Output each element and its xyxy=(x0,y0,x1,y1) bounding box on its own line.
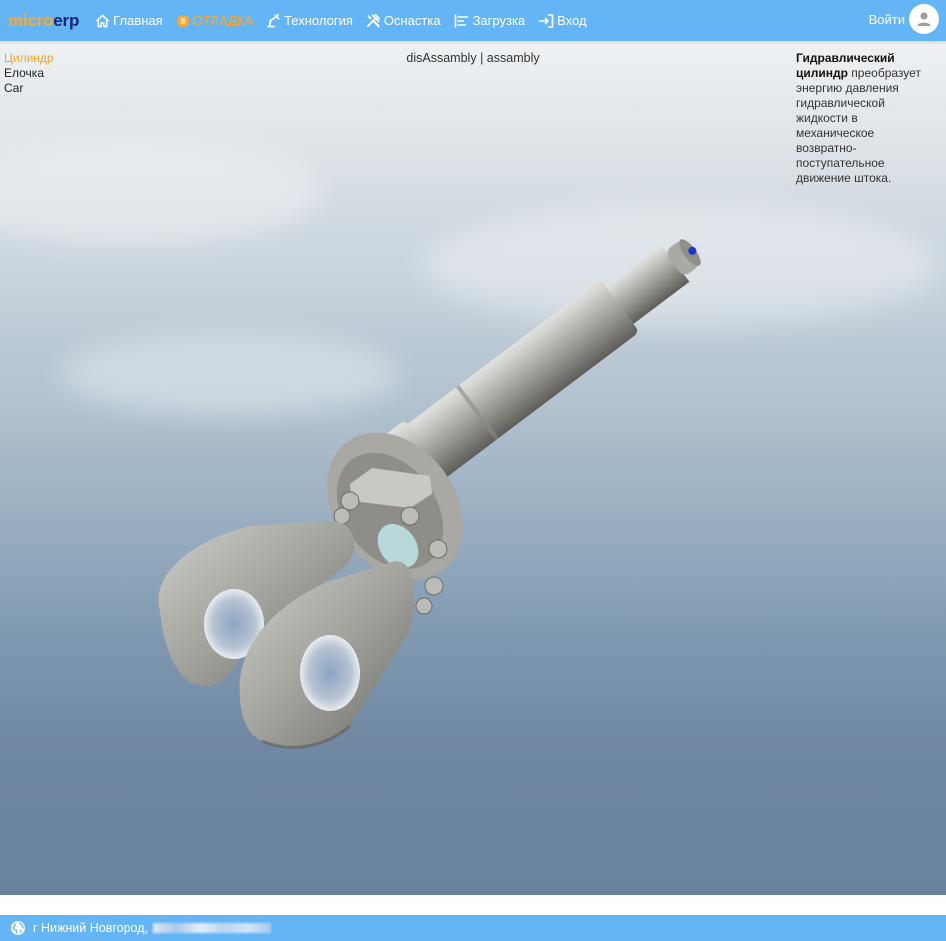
globe-icon xyxy=(10,920,26,936)
avatar[interactable] xyxy=(909,4,939,34)
nav-tooling-label: Оснастка xyxy=(383,13,441,28)
robot-arm-icon xyxy=(267,13,280,28)
nav-technology[interactable]: Технология xyxy=(266,13,353,28)
nav-load-label: Загрузка xyxy=(472,13,526,28)
model-description: Гидравлический цилиндр преобразует энерг… xyxy=(796,51,930,186)
nav-tooling[interactable]: Оснастка xyxy=(366,13,441,28)
nav-home-label: Главная xyxy=(113,13,163,28)
cylinder-body xyxy=(383,239,701,496)
nav-debug-label: ОТЛАДКА xyxy=(192,13,254,28)
description-text: преобразует энергию давления гидравличес… xyxy=(796,66,921,185)
gantt-icon xyxy=(454,14,468,27)
address-redacted xyxy=(153,923,271,933)
model-item-elochka[interactable]: Елочка xyxy=(4,66,54,81)
footer-location: г Нижний Новгород, xyxy=(33,921,148,935)
tools-icon xyxy=(366,13,380,28)
mode-separator: | xyxy=(480,51,484,65)
microerp-logo[interactable]: micro erp xyxy=(8,11,79,31)
model-item-car[interactable]: Car xyxy=(4,81,54,96)
nav-login-label: Вход xyxy=(557,13,587,28)
footer-bar: г Нижний Новгород, xyxy=(0,915,946,941)
nav-login[interactable]: Вход xyxy=(538,13,587,28)
logo-part-micro: micro xyxy=(8,10,54,30)
nav-load[interactable]: Загрузка xyxy=(454,13,526,28)
page-gap xyxy=(0,895,946,915)
main-nav: Главная ОТЛАДКА Технология Оснастка Загр… xyxy=(95,13,599,28)
login-icon xyxy=(539,13,554,28)
home-icon xyxy=(96,14,110,27)
assembly-link[interactable]: assambly xyxy=(487,51,540,65)
nav-debug[interactable]: ОТЛАДКА xyxy=(176,13,253,28)
top-navbar: micro erp Главная ОТЛАДКА Технология Осна… xyxy=(0,0,946,46)
debug-icon xyxy=(176,14,189,27)
logo-part-erp: erp xyxy=(53,10,80,30)
nav-home[interactable]: Главная xyxy=(95,13,163,28)
login-label: Войти xyxy=(868,11,905,27)
user-icon xyxy=(917,12,931,26)
disassembly-link[interactable]: disAssambly xyxy=(406,51,476,65)
3d-viewport[interactable]: Цилиндр Елочка Car disAssambly | assambl… xyxy=(0,46,946,895)
nav-technology-label: Технология xyxy=(284,13,353,28)
login-button[interactable]: Войти xyxy=(869,4,939,34)
